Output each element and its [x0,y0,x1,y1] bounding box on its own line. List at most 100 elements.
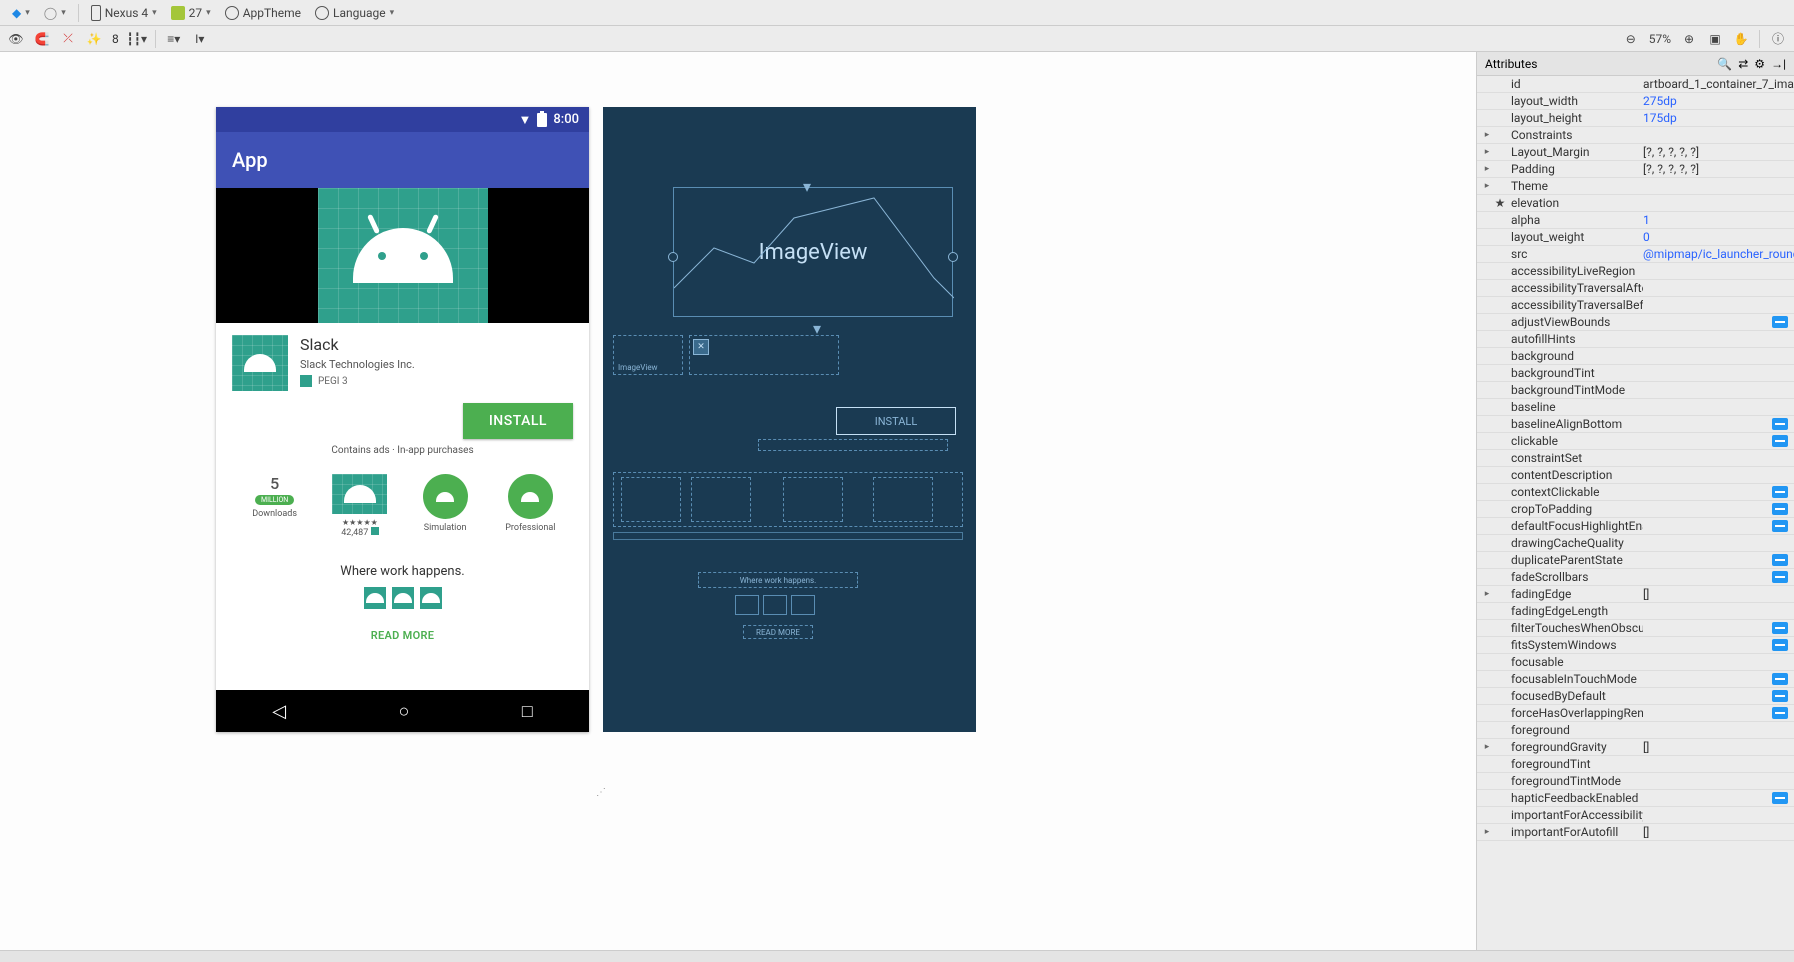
resize-handle[interactable]: ⋰ [596,787,606,798]
attr-row[interactable]: ▸foregroundGravity[] [1477,739,1794,756]
attr-row[interactable]: importantForAccessibility [1477,807,1794,824]
attr-row[interactable]: constraintSet [1477,450,1794,467]
attr-row[interactable]: ▸fadingEdge[] [1477,586,1794,603]
attr-row[interactable]: foregroundTintMode [1477,773,1794,790]
attr-row[interactable]: ★elevation [1477,195,1794,212]
attr-row[interactable]: src@mipmap/ic_launcher_round [1477,246,1794,263]
orientation-dropdown[interactable]: ◯▾ [40,4,70,22]
attr-row[interactable]: backgroundTint [1477,365,1794,382]
bool-toggle[interactable] [1772,622,1788,634]
hero-banner [216,188,589,323]
attributes-list[interactable]: idartboard_1_container_7_image_1layout_w… [1477,76,1794,950]
read-more-link[interactable]: READ MORE [216,621,589,658]
attr-row[interactable]: forceHasOverlappingRenc [1477,705,1794,722]
device-picker[interactable]: Nexus 4▾ [87,3,161,23]
attr-row[interactable]: focusable [1477,654,1794,671]
attr-row[interactable]: layout_width275dp [1477,93,1794,110]
cycle-icon[interactable]: ⇄ [1738,57,1748,71]
warnings-icon[interactable]: ⓘ [1770,31,1786,47]
nav-bar: ◁ ○ □ [216,690,589,732]
attr-row[interactable]: accessibilityTraversalBefo [1477,297,1794,314]
attr-row[interactable]: idartboard_1_container_7_image_1 [1477,76,1794,93]
tagline: Where work happens. [216,546,589,587]
bool-toggle[interactable] [1772,792,1788,804]
attr-row[interactable]: foregroundTint [1477,756,1794,773]
bool-toggle[interactable] [1772,486,1788,498]
back-icon[interactable]: ◁ [272,701,286,722]
device-preview[interactable]: ▼ 8:00 App Slack Slack Technologies Inc.… [216,107,589,732]
view-options-icon[interactable]: 👁 [8,31,24,47]
bool-toggle[interactable] [1772,690,1788,702]
attr-row[interactable]: accessibilityTraversalAfte [1477,280,1794,297]
recents-icon[interactable]: □ [522,701,533,722]
zoom-out-icon[interactable]: ⊖ [1623,31,1639,47]
attr-row[interactable]: layout_height175dp [1477,110,1794,127]
bool-toggle[interactable] [1772,435,1788,447]
attr-row[interactable]: filterTouchesWhenObscu [1477,620,1794,637]
collapse-icon[interactable]: →| [1771,57,1786,71]
attr-row[interactable]: fadeScrollbars [1477,569,1794,586]
bool-toggle[interactable] [1772,316,1788,328]
bool-toggle[interactable] [1772,673,1788,685]
attr-row[interactable]: fadingEdgeLength [1477,603,1794,620]
attr-row[interactable]: defaultFocusHighlightEna [1477,518,1794,535]
attr-row[interactable]: foreground [1477,722,1794,739]
attr-row[interactable]: background [1477,348,1794,365]
margins-icon[interactable]: ┇┇▾ [129,31,145,47]
bool-toggle[interactable] [1772,418,1788,430]
bool-toggle[interactable] [1772,520,1788,532]
attr-row[interactable]: fitsSystemWindows [1477,637,1794,654]
hero-image [318,188,488,323]
blueprint-preview[interactable]: ImageView ▾ ▾ ImageView ✕ INSTALL Where … [603,107,976,732]
bool-toggle[interactable] [1772,707,1788,719]
attr-row[interactable]: ▸Layout_Margin[?, ?, ?, ?, ?] [1477,144,1794,161]
zoom-fit-icon[interactable]: ▣ [1707,31,1723,47]
attr-row[interactable]: focusedByDefault [1477,688,1794,705]
attr-row[interactable]: hapticFeedbackEnabled [1477,790,1794,807]
install-button[interactable]: INSTALL [463,403,573,439]
attr-row[interactable]: accessibilityLiveRegion [1477,263,1794,280]
locale-picker[interactable]: Language▾ [311,4,398,22]
surface-dropdown[interactable]: ◆▾ [8,4,34,22]
infer-constraints-icon[interactable]: ✨ [86,31,102,47]
align-icon[interactable]: ≡▾ [166,31,182,47]
attr-row[interactable]: baseline [1477,399,1794,416]
bool-toggle[interactable] [1772,554,1788,566]
attr-row[interactable]: ▸importantForAutofill[] [1477,824,1794,841]
pack-icon[interactable]: I▾ [192,31,208,47]
android-icon [171,6,185,20]
attr-row[interactable]: drawingCacheQuality [1477,535,1794,552]
zoom-in-icon[interactable]: ⊕ [1681,31,1697,47]
bp-imageview-selected[interactable]: ImageView [673,187,953,317]
attr-row[interactable]: ▸Padding[?, ?, ?, ?, ?] [1477,161,1794,178]
attr-row[interactable]: layout_weight0 [1477,229,1794,246]
clear-constraints-icon[interactable]: ⤫ [60,31,76,47]
attr-row[interactable]: contextClickable [1477,484,1794,501]
bool-toggle[interactable] [1772,639,1788,651]
battery-icon [537,113,547,127]
theme-picker[interactable]: AppTheme [221,4,305,22]
attr-row[interactable]: cropToPadding [1477,501,1794,518]
attr-row[interactable]: ▸Theme [1477,178,1794,195]
attr-row[interactable]: alpha1 [1477,212,1794,229]
attr-row[interactable]: adjustViewBounds [1477,314,1794,331]
api-picker[interactable]: 27▾ [167,4,215,22]
magnet-icon[interactable]: 🧲 [34,31,50,47]
design-canvas[interactable]: ▼ 8:00 App Slack Slack Technologies Inc.… [0,52,1476,950]
attr-row[interactable]: baselineAlignBottom [1477,416,1794,433]
attr-row[interactable]: duplicateParentState [1477,552,1794,569]
bool-toggle[interactable] [1772,503,1788,515]
attr-row[interactable]: contentDescription [1477,467,1794,484]
attr-row[interactable]: clickable [1477,433,1794,450]
bool-toggle[interactable] [1772,571,1788,583]
attr-row[interactable]: backgroundTintMode [1477,382,1794,399]
gear-icon[interactable]: ⚙ [1754,57,1765,71]
attr-row[interactable]: autofillHints [1477,331,1794,348]
search-icon[interactable]: 🔍 [1717,57,1732,71]
home-icon[interactable]: ○ [399,701,410,722]
attr-row[interactable]: focusableInTouchMode [1477,671,1794,688]
app-icon [232,335,288,391]
globe-icon [315,6,329,20]
pan-icon[interactable]: ✋ [1733,31,1749,47]
attr-row[interactable]: ▸Constraints [1477,127,1794,144]
